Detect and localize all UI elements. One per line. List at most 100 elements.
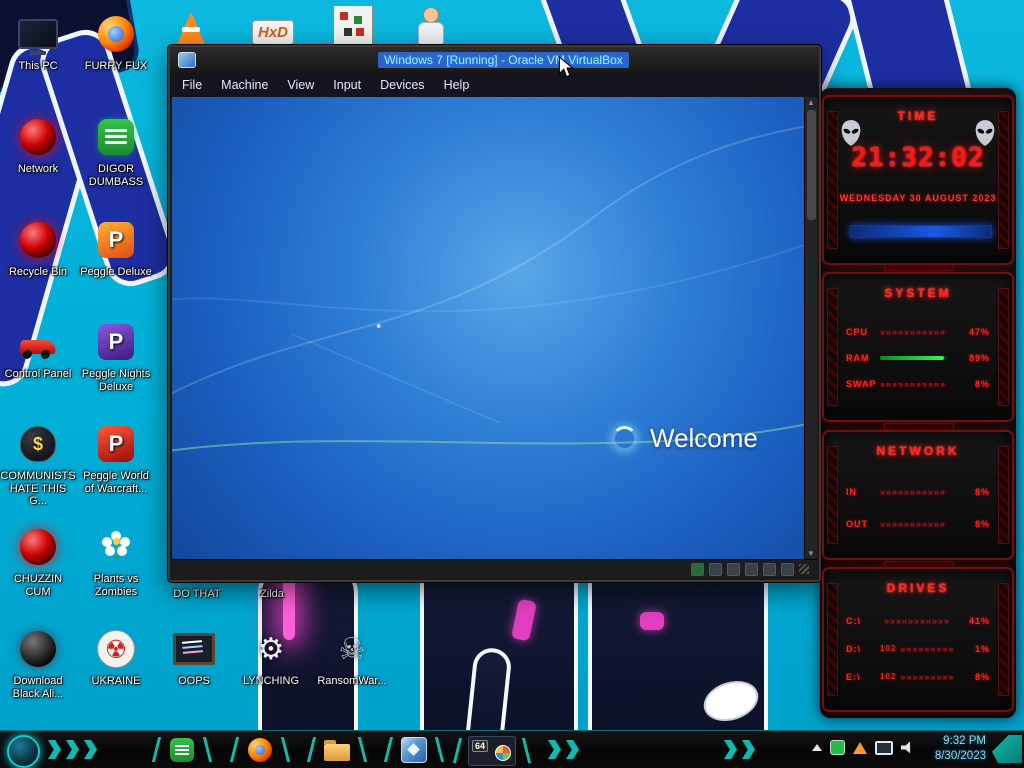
mouse-cursor [558, 56, 575, 78]
date-display: WEDNESDAY 30 AUGUST 2023 [839, 193, 997, 203]
desktop-icon-digor[interactable]: DIGOR DUMBASS [78, 115, 154, 188]
net-out-row: OUT 8% [846, 516, 990, 531]
desktop-icon-pvz[interactable]: Plants vs Zombies [78, 525, 154, 598]
gear-emblem-icon: ⚙ [258, 632, 285, 667]
desktop-icon-zilda[interactable]: Zilda [247, 588, 297, 600]
taskbar-deco-chevron [548, 740, 561, 759]
taskbar-chat-app[interactable] [168, 736, 196, 764]
tray-warning-icon[interactable] [853, 741, 867, 754]
desktop-icon-character[interactable] [407, 3, 453, 49]
flower-icon [98, 529, 134, 565]
virtualbox-app-icon [178, 52, 196, 68]
swap-row: SWAP 8% [846, 376, 990, 391]
tray-volume-icon[interactable] [901, 741, 911, 754]
desktop-icon-oops[interactable]: OOPS [156, 627, 232, 688]
taskbar-win7-vm[interactable]: 64 [468, 736, 516, 766]
computer-icon [18, 19, 58, 55]
vm-screen[interactable]: Welcome [172, 97, 804, 560]
network-widget-title: NETWORK [876, 444, 960, 458]
stat-label: CPU [846, 326, 869, 337]
desktop-icon-network[interactable]: Network [0, 115, 76, 176]
stat-value: 8% [974, 671, 990, 682]
menu-input[interactable]: Input [333, 78, 361, 92]
drive-e-meter: 102 [880, 672, 954, 682]
desktop-icon-game[interactable] [330, 2, 376, 48]
time-widget: TIME 21:32:02 WEDNESDAY 30 AUGUST 2023 [822, 95, 1014, 265]
race-car-icon [19, 340, 57, 354]
menu-help[interactable]: Help [444, 78, 470, 92]
tray-expand-icon[interactable] [812, 744, 822, 751]
icon-label: Network [17, 163, 59, 175]
dollar-glyph: $ [32, 433, 43, 454]
chat-bubble-icon [98, 119, 134, 155]
drive-c-row: C:\ 41% [846, 613, 990, 628]
icon-label: Download Black Ali... [12, 675, 64, 700]
scrollbar-thumb[interactable] [806, 110, 816, 220]
radiation-glyph: ☢ [104, 634, 128, 664]
menu-devices[interactable]: Devices [380, 78, 424, 92]
vm-scrollbar[interactable]: ▲ ▼ [804, 97, 817, 560]
desktop-icon-lynching[interactable]: ⚙ LYNCHING [233, 627, 309, 688]
desktop-icon-furry-fux[interactable]: FURRY FUX [78, 12, 154, 73]
welcome-spinner-icon [612, 426, 637, 451]
desktop-icon-communists[interactable]: $ COMMUNISTS HATE THIS G... [0, 422, 76, 508]
drive-d-row: D:\ 102 1% [846, 641, 990, 656]
desktop-icon-peggle-deluxe[interactable]: P Peggle Deluxe [78, 218, 154, 279]
icon-label: LYNCHING [242, 675, 300, 687]
scroll-down-icon[interactable]: ▼ [807, 549, 815, 559]
stat-value: 8% [974, 518, 990, 529]
desktop-icon-ransomware[interactable]: ☠ RansomWar... [314, 627, 390, 688]
tray-green-app-icon[interactable] [830, 740, 845, 755]
time-progress-bar [850, 225, 992, 238]
taskbar-deco-chevron [724, 740, 737, 759]
desktop-icon-ukraine[interactable]: ☢ UKRAINE [78, 627, 154, 688]
desktop-icon-peggle-nights[interactable]: P Peggle Nights Deluxe [78, 320, 154, 393]
desktop-icon-recycle-bin[interactable]: Recycle Bin [0, 218, 76, 279]
vm-wallpaper-swooshes [172, 125, 804, 452]
hxd-glyph: HxD [251, 20, 294, 45]
desktop-icon-download-black[interactable]: Download Black Ali... [0, 627, 76, 700]
firefox-icon [98, 16, 134, 52]
window-titlebar[interactable]: Windows 7 [Running] - Oracle VM VirtualB… [170, 47, 819, 74]
drive-e-row: E:\ 102 8% [846, 669, 990, 684]
net-in-meter [880, 487, 954, 497]
windows-orb-icon [495, 745, 511, 761]
show-desktop-fin[interactable] [992, 735, 1022, 763]
stat-value: 47% [968, 326, 990, 337]
desktop-root: HxD This PC Network Recycle Bin Control … [0, 0, 1024, 768]
time-widget-title: TIME [897, 109, 939, 123]
desktop-icon-chuzzin[interactable]: CHUZZIN CUM [0, 525, 76, 598]
taskbar-explorer[interactable] [323, 736, 351, 764]
virtualbox-cube-icon [401, 737, 427, 763]
icon-label: OOPS [178, 675, 210, 687]
vlc-cone-icon [177, 12, 205, 44]
menu-view[interactable]: View [287, 78, 314, 92]
start-button[interactable] [7, 735, 40, 768]
drive-d-meter: 102 [880, 644, 954, 654]
status-display-icon [763, 562, 776, 576]
drive-c-meter [880, 616, 954, 626]
taskbar-clock[interactable]: 9:32 PM 8/30/2023 [935, 734, 986, 764]
desktop-icon-do-that[interactable]: DO THAT [165, 588, 229, 600]
desktop-icon-peggle-wow[interactable]: P Peggle World of Warcraft... [78, 422, 154, 495]
clock-display: 21:32:02 [851, 143, 985, 173]
tray-network-icon[interactable] [875, 740, 893, 755]
person-icon [417, 7, 444, 45]
menu-file[interactable]: File [182, 78, 202, 92]
desktop-icon-control-panel[interactable]: Control Panel [0, 320, 76, 381]
taskbar-virtualbox[interactable] [400, 736, 428, 764]
stat-label: SWAP [846, 378, 877, 389]
resize-grip[interactable] [799, 564, 809, 574]
status-usb-icon [745, 562, 758, 576]
menu-machine[interactable]: Machine [221, 78, 268, 92]
desktop-icon-this-pc[interactable]: This PC [0, 12, 76, 73]
maze-game-icon [333, 5, 373, 45]
taskbar-firefox[interactable] [246, 736, 274, 764]
peggle-icon: P [98, 324, 134, 360]
ram-bar [880, 355, 944, 360]
scroll-up-icon[interactable]: ▲ [807, 98, 815, 108]
icon-label: Peggle World of Warcraft... [83, 470, 149, 495]
status-mouse-icon [781, 562, 794, 576]
stat-value: 8% [974, 486, 990, 497]
icon-label: Peggle Deluxe [80, 266, 152, 278]
